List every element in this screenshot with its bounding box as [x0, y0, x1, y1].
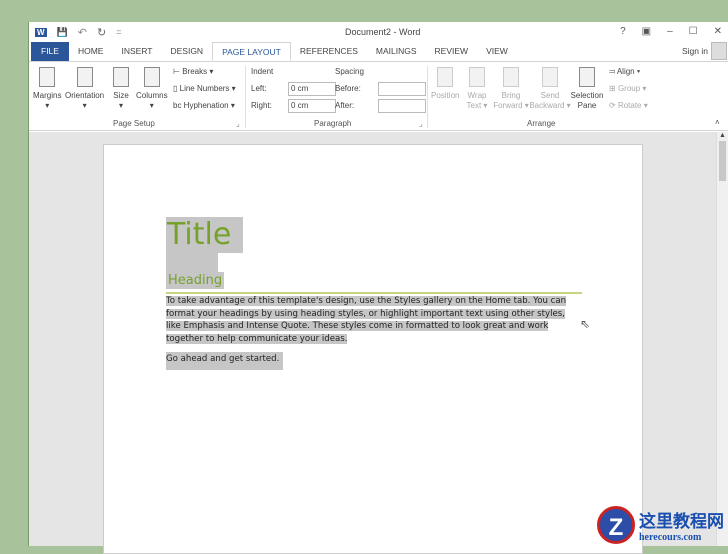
maximize-button[interactable]: ☐ — [689, 26, 698, 37]
spacing-before-input[interactable] — [378, 82, 426, 96]
watermark-logo: Z — [597, 506, 635, 544]
ribbon-display-icon[interactable]: ▣ — [642, 26, 651, 37]
tab-page-layout[interactable]: PAGE LAYOUT — [212, 42, 291, 61]
close-button[interactable]: ✕ — [714, 26, 722, 37]
send-backward-button[interactable]: Send Backward ▾ — [529, 67, 571, 111]
line-numbers-button[interactable]: ▯ Line Numbers ▾ — [173, 84, 236, 93]
document-page[interactable]: Title Heading To take advantage of this … — [103, 144, 643, 554]
size-button[interactable]: Size ▾ — [113, 67, 129, 111]
spacing-after-input[interactable] — [378, 99, 426, 113]
watermark-url: herecours.com — [639, 532, 702, 543]
doc-paragraph-2[interactable]: Go ahead and get started. — [166, 352, 284, 370]
page-setup-group-label: Page Setup — [113, 119, 155, 128]
help-button[interactable]: ? — [620, 26, 626, 37]
page-setup-launcher-icon[interactable]: ⌟ — [236, 119, 240, 128]
paragraph-group-label: Paragraph — [314, 119, 352, 128]
position-icon — [437, 67, 454, 87]
selection-pane-button[interactable]: Selection Pane — [570, 67, 604, 111]
rotate-button[interactable]: ⟳ Rotate ▾ — [609, 101, 648, 110]
tab-insert[interactable]: INSERT — [112, 42, 161, 61]
watermark: Z 这里教程网 herecours.com — [597, 506, 724, 544]
columns-icon — [143, 67, 160, 87]
bring-forward-icon — [503, 67, 519, 87]
redo-icon[interactable]: ↻ — [97, 26, 106, 39]
arrange-group-label: Arrange — [527, 119, 556, 128]
doc-title[interactable]: Title — [166, 217, 244, 253]
paragraph-launcher-icon[interactable]: ⌟ — [419, 119, 423, 128]
tab-home[interactable]: HOME — [69, 42, 113, 61]
divider — [245, 66, 246, 128]
collapse-ribbon-icon[interactable]: ˄ — [715, 118, 720, 127]
window-title: Document2 - Word — [345, 27, 421, 37]
ribbon-tabs: FILE HOME INSERT DESIGN PAGE LAYOUT REFE… — [29, 42, 728, 61]
margins-button[interactable]: Margins ▾ — [33, 67, 61, 111]
scroll-up-icon[interactable]: ▲ — [717, 132, 728, 139]
tab-view[interactable]: VIEW — [477, 42, 517, 61]
title-bar: W 💾 ↶ ↻ = Document2 - Word ? ▣ – ☐ ✕ — [29, 22, 728, 42]
spacing-before-label: Before: — [335, 84, 361, 93]
word-window: W 💾 ↶ ↻ = Document2 - Word ? ▣ – ☐ ✕ FIL… — [28, 22, 728, 554]
vertical-scrollbar[interactable]: ▲ — [716, 132, 728, 546]
tab-references[interactable]: REFERENCES — [291, 42, 367, 61]
tab-design[interactable]: DESIGN — [161, 42, 212, 61]
heading-rule — [166, 292, 582, 294]
doc-heading[interactable]: Heading — [166, 272, 225, 289]
sign-in-link[interactable]: Sign in — [682, 46, 708, 56]
doc-paragraph[interactable]: To take advantage of this template's des… — [166, 295, 580, 345]
indent-left-input[interactable]: 0 cm — [288, 82, 336, 96]
mouse-cursor-icon: ⇖ — [580, 317, 591, 331]
ribbon: Margins ▾ Orientation ▾ Size ▾ Columns ▾ ⊢ B… — [29, 61, 728, 131]
tab-mailings[interactable]: MAILINGS — [367, 42, 426, 61]
indent-left-label: Left: — [251, 84, 267, 93]
send-backward-icon — [542, 67, 558, 87]
tab-file[interactable]: FILE — [31, 42, 69, 61]
size-icon — [113, 67, 129, 87]
align-button[interactable]: ⫤ Align ▾ — [609, 67, 640, 77]
position-button[interactable]: Position — [431, 67, 459, 101]
watermark-text: 这里教程网 — [639, 512, 724, 532]
document-area: Title Heading To take advantage of this … — [29, 132, 717, 554]
indent-label: Indent — [251, 67, 274, 76]
bring-forward-button[interactable]: Bring Forward ▾ — [491, 67, 531, 111]
indent-right-label: Right: — [251, 101, 272, 110]
save-icon[interactable]: 💾 — [57, 27, 68, 38]
spacing-label: Spacing — [335, 67, 364, 76]
margins-icon — [39, 67, 56, 87]
minimize-button[interactable]: – — [667, 26, 673, 37]
customize-icon[interactable]: = — [116, 27, 121, 37]
selection-pane-icon — [579, 67, 595, 87]
undo-icon[interactable]: ↶ — [78, 26, 87, 39]
scrollbar-thumb[interactable] — [719, 141, 726, 181]
columns-button[interactable]: Columns ▾ — [136, 67, 168, 111]
avatar[interactable] — [711, 42, 727, 60]
word-icon: W — [35, 27, 47, 37]
wrap-text-icon — [469, 67, 485, 87]
group-button[interactable]: ⊞ Group ▾ — [609, 84, 646, 93]
orientation-icon — [76, 67, 93, 87]
tab-review[interactable]: REVIEW — [426, 42, 478, 61]
selection-highlight — [166, 253, 218, 273]
divider — [427, 66, 428, 128]
indent-right-input[interactable]: 0 cm — [288, 99, 336, 113]
orientation-button[interactable]: Orientation ▾ — [65, 67, 104, 111]
hyphenation-button[interactable]: bc Hyphenation ▾ — [173, 101, 235, 110]
breaks-button[interactable]: ⊢ Breaks ▾ — [173, 67, 213, 76]
spacing-after-label: After: — [335, 101, 355, 110]
wrap-text-button[interactable]: Wrap Text ▾ — [465, 67, 489, 111]
